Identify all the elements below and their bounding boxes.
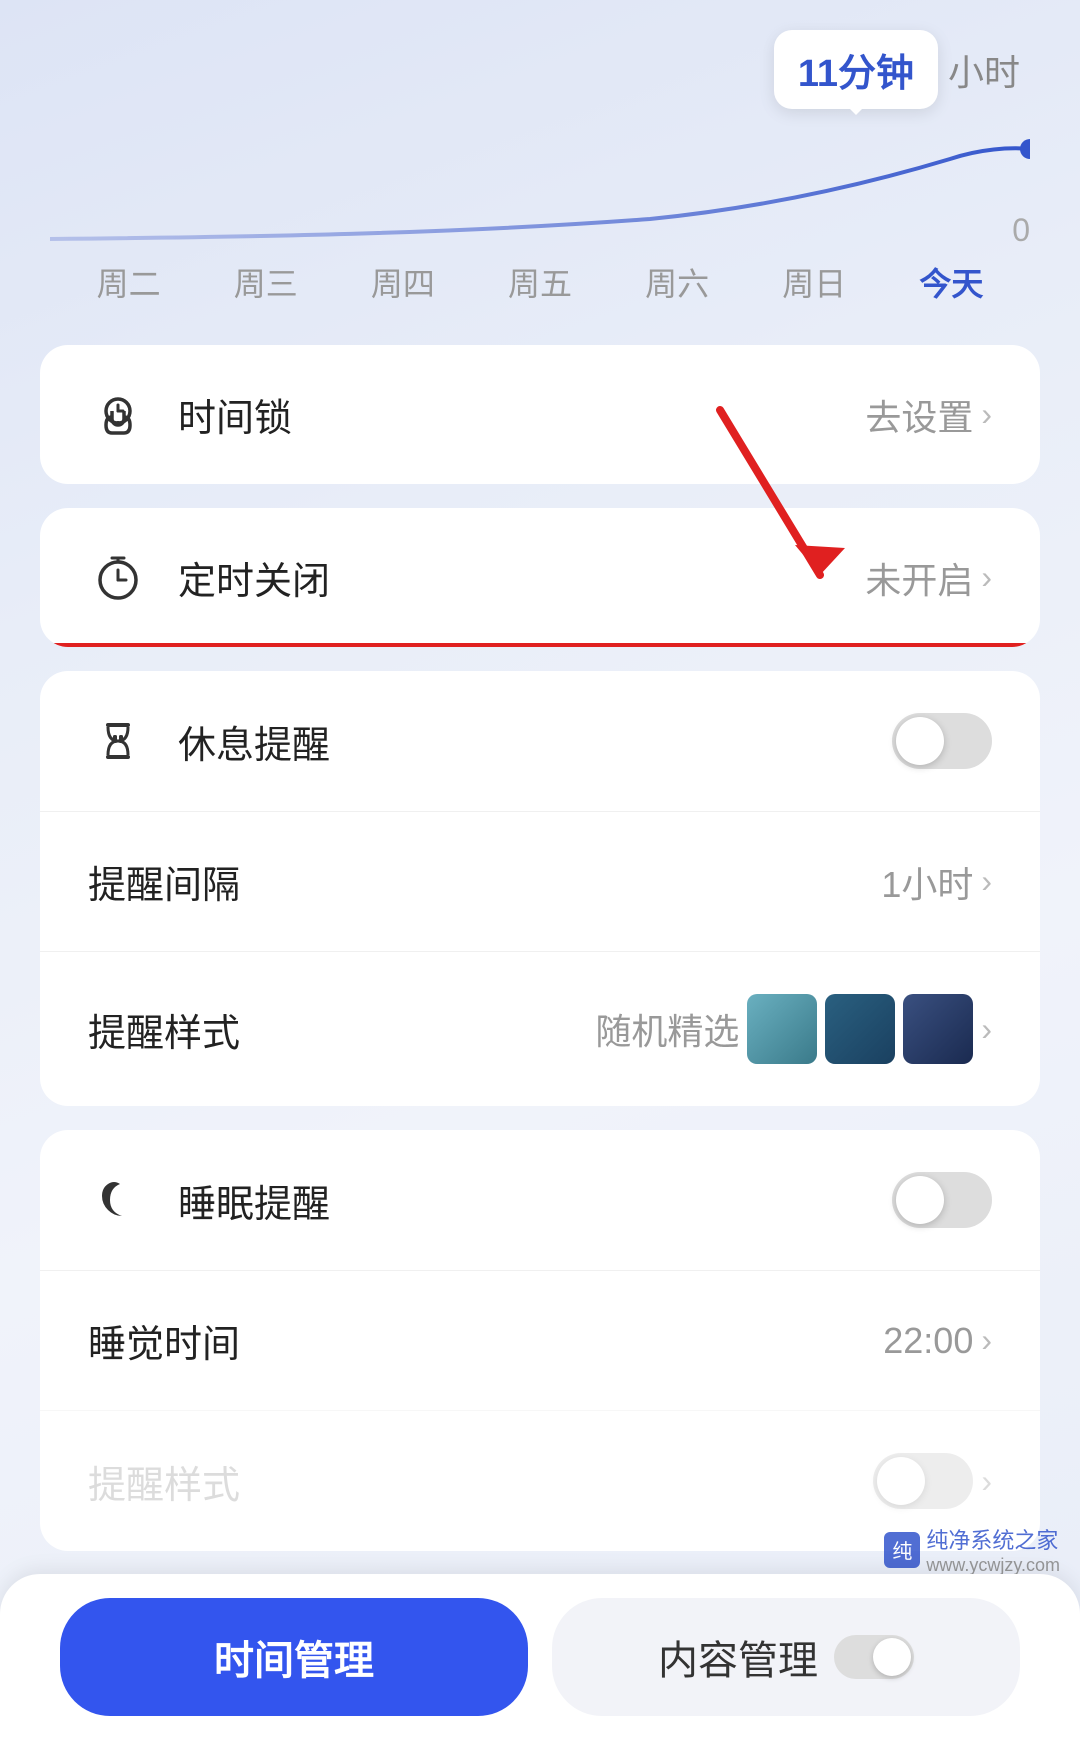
chart-header: 11分钟 小时 <box>50 30 1030 109</box>
time-lock-card: 时间锁 去设置 › <box>40 345 1040 484</box>
day-mon: 周二 <box>60 259 197 305</box>
day-fri: 周六 <box>609 259 746 305</box>
partial-toggle[interactable] <box>873 1453 973 1509</box>
partial-label: 提醒样式 <box>88 1454 873 1509</box>
sleep-reminder-card: 睡眠提醒 睡觉时间 22:00 › 提醒样式 › <box>40 1130 1040 1551</box>
day-tue: 周三 <box>197 259 334 305</box>
reminder-interval-label: 提醒间隔 <box>88 854 881 909</box>
thumb-row <box>747 994 973 1064</box>
thumb-1 <box>747 994 817 1064</box>
chart-line-area: 0 <box>50 129 1030 249</box>
watermark: 纯 纯净系统之家 www.ycwjzy.com <box>884 1523 1060 1576</box>
cards-container: 时间锁 去设置 › 定时关闭 未开启 › <box>0 345 1080 1551</box>
sleep-icon <box>88 1174 148 1226</box>
day-wed: 周四 <box>334 259 471 305</box>
sleep-time-label: 睡觉时间 <box>88 1313 883 1368</box>
rest-icon <box>88 715 148 767</box>
reminder-style-label: 提醒样式 <box>88 1002 595 1057</box>
sleep-toggle[interactable] <box>892 1172 992 1228</box>
sleep-time-item[interactable]: 睡觉时间 22:00 › <box>40 1270 1040 1410</box>
chart-zero: 0 <box>1012 212 1030 249</box>
sleep-reminder-item[interactable]: 睡眠提醒 <box>40 1130 1040 1270</box>
time-lock-icon <box>88 389 148 441</box>
time-bubble: 11分钟 <box>774 30 938 109</box>
reminder-interval-value: 1小时 › <box>881 856 992 908</box>
content-management-label: 内容管理 <box>658 1628 818 1686</box>
timer-off-card: 定时关闭 未开启 › <box>40 508 1040 647</box>
timer-icon <box>88 552 148 604</box>
partial-value: › <box>873 1453 992 1509</box>
bottom-bar: 时间管理 内容管理 <box>0 1574 1080 1756</box>
timer-off-item[interactable]: 定时关闭 未开启 › <box>40 508 1040 647</box>
day-thu: 周五 <box>471 259 608 305</box>
reminder-interval-chevron: › <box>981 863 992 900</box>
reminder-style-chevron: › <box>981 1011 992 1048</box>
time-lock-label: 时间锁 <box>178 387 865 442</box>
day-labels: 周二 周三 周四 周五 周六 周日 今天 <box>50 259 1030 305</box>
timer-off-chevron: › <box>981 559 992 596</box>
sleep-reminder-label: 睡眠提醒 <box>178 1173 892 1228</box>
reminder-style-value: 随机精选 › <box>595 994 992 1064</box>
rest-reminder-item[interactable]: 休息提醒 <box>40 671 1040 811</box>
chart-area: 11分钟 小时 0 周二 周三 周四 周五 周六 周日 今天 <box>0 0 1080 305</box>
reminder-style-item[interactable]: 提醒样式 随机精选 › <box>40 951 1040 1106</box>
reminder-interval-item[interactable]: 提醒间隔 1小时 › <box>40 811 1040 951</box>
thumb-2 <box>825 994 895 1064</box>
time-lock-item[interactable]: 时间锁 去设置 › <box>40 345 1040 484</box>
day-sat: 周日 <box>746 259 883 305</box>
sleep-time-value: 22:00 › <box>883 1320 992 1362</box>
sleep-time-chevron: › <box>981 1322 992 1359</box>
thumb-3 <box>903 994 973 1064</box>
rest-reminder-label: 休息提醒 <box>178 714 892 769</box>
time-lock-chevron: › <box>981 396 992 433</box>
red-underline <box>40 643 1040 647</box>
timer-off-value: 未开启 › <box>865 552 992 604</box>
watermark-icon: 纯 <box>884 1532 920 1568</box>
time-lock-value: 去设置 › <box>865 389 992 441</box>
timer-off-label: 定时关闭 <box>178 550 865 605</box>
day-today[interactable]: 今天 <box>883 259 1020 305</box>
content-tab-toggle <box>834 1635 914 1679</box>
time-management-tab[interactable]: 时间管理 <box>60 1598 528 1716</box>
rest-toggle[interactable] <box>892 713 992 769</box>
hour-label: 小时 <box>948 44 1020 96</box>
rest-sleep-card: 休息提醒 提醒间隔 1小时 › 提醒样式 随机精选 › <box>40 671 1040 1106</box>
content-management-tab[interactable]: 内容管理 <box>552 1598 1020 1716</box>
